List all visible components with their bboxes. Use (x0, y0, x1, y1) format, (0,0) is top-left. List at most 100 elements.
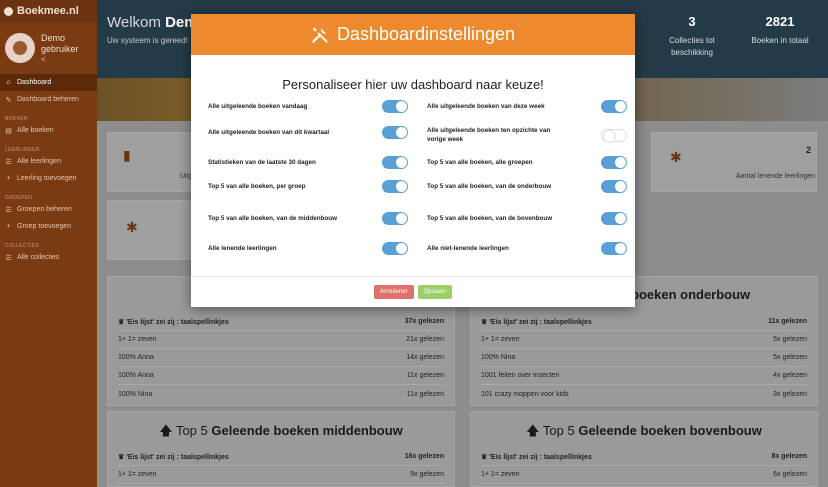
option-label: Top 5 van alle boeken, alle groepen (427, 159, 533, 166)
table-row[interactable]: ♛ 'Eis lijst' zei zij : taalspellinkjes 8… (481, 448, 807, 466)
table-row[interactable]: ♛ 'Eis lijst' zei zij : taalspellinkjes 1… (481, 313, 807, 331)
stat-label: Boeken in totaal (751, 36, 809, 45)
row-title: 1+ 1= zeven (481, 471, 520, 478)
row-value: 16x gelezen (404, 453, 444, 460)
avatar (5, 33, 35, 63)
option-label: Statistieken van de laatste 30 dagen (208, 159, 316, 166)
sidebar-item-add-student[interactable]: + Leerling toevoegen (0, 170, 97, 187)
toggle-switch[interactable] (601, 100, 627, 113)
row-title: 'Eis lijst' zei zij : taalspellinkjes (489, 453, 592, 461)
table-row[interactable]: 1+ 1= zeven 9x gelezen (118, 466, 444, 484)
sidebar-item-label: Leerling toevoegen (17, 175, 77, 182)
crown-book-title: ♛ 'Eis lijst' zei zij : taalspellinkjes (118, 318, 229, 326)
option-row[interactable]: Alle lenende leerlingen (208, 242, 408, 255)
row-title: 100% Anna (118, 354, 154, 361)
option-row[interactable]: Alle uitgeleende boeken ten opzichte van… (427, 126, 627, 144)
brand-bar[interactable]: Boekmee.nl (0, 0, 97, 22)
table-row[interactable]: ♛ 'Eis lijst' zei zij : taalspellinkjes 1… (118, 448, 444, 466)
option-row[interactable]: Alle uitgeleende boeken van deze week (427, 100, 627, 113)
row-value: 14x gelezen (406, 354, 444, 361)
toggle-switch[interactable] (601, 128, 627, 143)
tools-icon (312, 26, 328, 43)
row-value: 4x gelezen (773, 372, 807, 379)
crown-icon: ♛ (118, 453, 127, 461)
option-row[interactable]: Top 5 van alle boeken, van de onderbouw (427, 180, 627, 193)
toggle-switch[interactable] (382, 156, 408, 169)
modal-intro: Personaliseer hier uw dashboard naar keu… (282, 77, 544, 92)
option-label: Alle niet-lenende leerlingen (427, 245, 509, 252)
chevron-left-icon[interactable]: < (41, 55, 91, 64)
panel-title-pre: Top 5 (542, 423, 575, 438)
crown-icon: ♛ (481, 318, 490, 326)
stat-value: 3 (688, 14, 696, 29)
table-row[interactable]: ♛ 'Eis lijst' zei zij : taalspellinkjes 3… (118, 313, 444, 331)
option-label: Alle lenende leerlingen (208, 245, 277, 252)
toggle-switch[interactable] (382, 100, 408, 113)
stat-books: 2821 Boeken in totaal (747, 14, 813, 47)
plus-icon: + (6, 223, 11, 230)
option-row[interactable]: Top 5 van alle boeken, alle groepen (427, 156, 627, 169)
sidebar-item-all-collections[interactable]: ☰ Alle collecties (0, 249, 97, 266)
panel-title: 🡅 Top 5 Geleende boeken middenbouw (108, 422, 454, 444)
arrow-up-icon: 🡅 (526, 423, 543, 438)
row-title: 100% Nina (118, 390, 153, 398)
toggle-switch[interactable] (382, 126, 408, 139)
row-title: 101 crazy moppen voor kids (481, 390, 569, 398)
panel-title-bold: Geleende boeken middenbouw (211, 423, 403, 438)
cancel-button[interactable]: Annuleren (374, 285, 414, 299)
home-icon: ⌂ (6, 79, 11, 86)
sidebar-item-dashboard-manage[interactable]: ✎ Dashboard beheren (0, 91, 97, 108)
stat-collections: 3 Collecties tot beschikking (662, 14, 722, 59)
modal-header: Dashboardinstellingen (191, 14, 635, 55)
option-row[interactable]: Top 5 van alle boeken, van de middenbouw (208, 212, 408, 225)
sidebar-item-dashboard[interactable]: ⌂ Dashboard (0, 74, 97, 91)
option-row[interactable]: Statistieken van de laatste 30 dagen (208, 156, 408, 169)
section-books: BOEKEN (5, 116, 28, 122)
option-row[interactable]: Alle uitgeleende boeken van dit kwartaal (208, 126, 408, 139)
toggle-switch[interactable] (601, 212, 627, 225)
toggle-switch[interactable] (382, 180, 408, 193)
logo-icon (4, 6, 13, 16)
option-row[interactable]: Top 5 van alle boeken, per groep (208, 180, 408, 193)
card-students: ✱ (107, 200, 197, 260)
table-row[interactable]: 100% Nina 11x gelezen (118, 385, 444, 403)
table-row[interactable]: 100% Anna 11x gelezen (118, 367, 444, 385)
toggle-switch[interactable] (382, 242, 408, 255)
row-value: 11x gelezen (768, 318, 807, 325)
table-row[interactable]: 1001 feiten over insecten 4x gelezen (481, 367, 807, 385)
sidebar-item-manage-groups[interactable]: ☰ Groepen beheren (0, 201, 97, 218)
option-row[interactable]: Alle niet-lenende leerlingen (427, 242, 627, 255)
toggle-switch[interactable] (601, 156, 627, 169)
sidebar-item-label: Groepen beheren (17, 206, 72, 213)
table-row[interactable]: 101 crazy moppen voor kids 3x gelezen (481, 385, 807, 403)
toggle-switch[interactable] (382, 212, 408, 225)
book-icon: ▮ (123, 147, 131, 163)
sidebar-item-all-students[interactable]: ☰ Alle leerlingen (0, 153, 97, 170)
save-button[interactable]: Opslaan (417, 285, 452, 299)
option-row[interactable]: Alle uitgeleende boeken vandaag (208, 100, 408, 113)
table-row[interactable]: 1+ 1= zeven 5x gelezen (481, 331, 807, 349)
row-value: 21x gelezen (406, 336, 444, 343)
sidebar-item-label: Alle boeken (17, 127, 54, 134)
sidebar-item-label: Dashboard beheren (17, 96, 79, 103)
row-title: 1+ 1= zeven (118, 336, 157, 343)
card-loaned-today: ▮ Uitg (107, 132, 197, 192)
user-profile[interactable]: Demo gebruiker < (0, 22, 97, 74)
row-title: 1001 feiten over insecten (481, 372, 560, 379)
table-row[interactable]: 1+ 1= zeven 6x gelezen (481, 466, 807, 484)
toggle-switch[interactable] (601, 242, 627, 255)
panel-top5-middenbouw: 🡅 Top 5 Geleende boeken middenbouw ♛ 'Ei… (107, 411, 455, 487)
option-row[interactable]: Top 5 van alle boeken, van de bovenbouw (427, 212, 627, 225)
table-row[interactable]: 100% Nina 5x gelezen (481, 349, 807, 367)
option-label: Alle uitgeleende boeken vandaag (208, 103, 308, 110)
row-value: 9x gelezen (410, 471, 444, 478)
sidebar-item-add-group[interactable]: + Groep toevoegen (0, 218, 97, 235)
arrow-up-icon: 🡅 (159, 423, 176, 438)
card-label: Aantal lenende leerlingen (736, 173, 816, 180)
table-row[interactable]: 1+ 1= zeven 21x gelezen (118, 331, 444, 349)
book-icon: ▤ (5, 127, 12, 135)
toggle-switch[interactable] (601, 180, 627, 193)
pencil-icon: ✎ (5, 96, 12, 104)
table-row[interactable]: 100% Anna 14x gelezen (118, 349, 444, 367)
sidebar-item-all-books[interactable]: ▤ Alle boeken (0, 122, 97, 139)
